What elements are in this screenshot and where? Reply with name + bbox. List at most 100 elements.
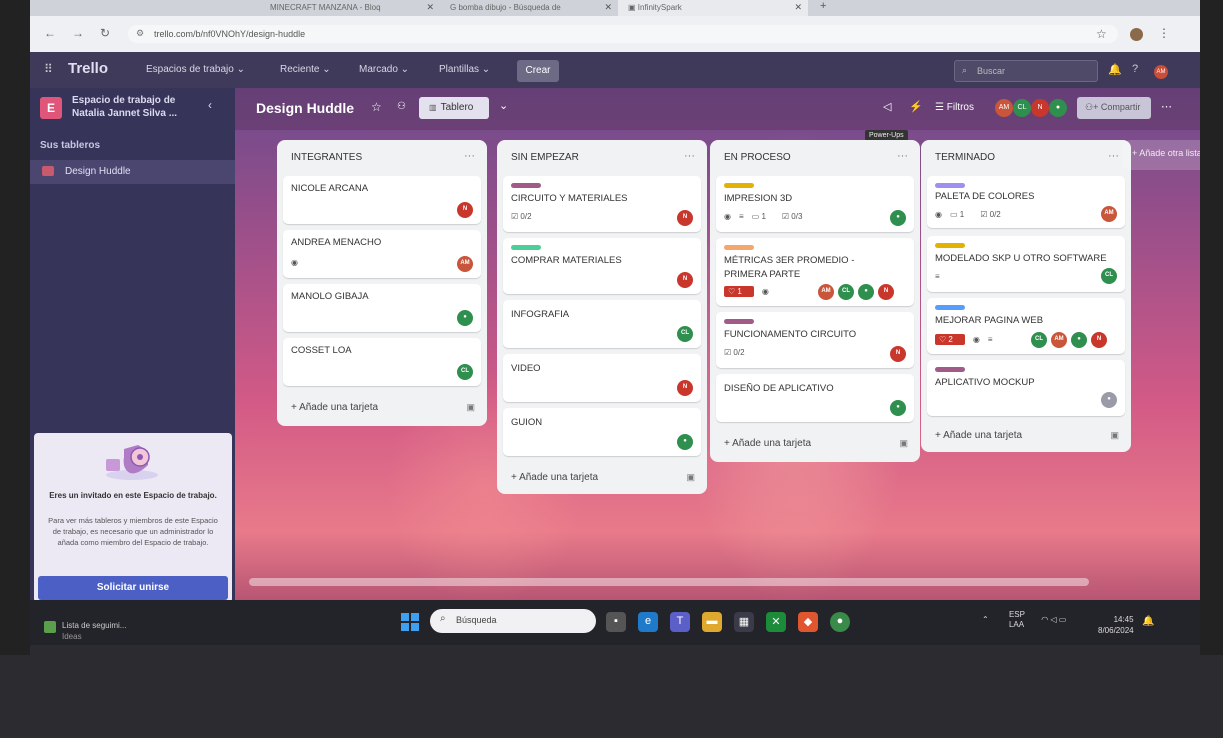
wifi-icon[interactable]: ◠ xyxy=(1041,615,1048,624)
person-icon[interactable]: ● xyxy=(457,310,473,326)
taskbar-search[interactable]: ⌕ Búsqueda xyxy=(430,609,596,633)
list-menu-icon[interactable]: ··· xyxy=(684,150,695,162)
edge-icon[interactable]: e xyxy=(638,612,658,632)
site-settings-icon[interactable]: ⚙ xyxy=(136,28,144,39)
avatar[interactable]: N xyxy=(1091,332,1107,348)
automation-icon[interactable]: ⚡ xyxy=(909,100,923,113)
task-view-icon[interactable]: ▪ xyxy=(606,612,626,632)
add-card-button[interactable]: + Añade una tarjeta xyxy=(511,472,598,483)
close-icon[interactable]: ✕ xyxy=(426,2,434,13)
card-label[interactable] xyxy=(724,245,754,250)
avatar[interactable]: AM xyxy=(818,284,834,300)
browser-tab[interactable]: G bomba dibujo - Búsqueda de ✕ xyxy=(440,0,618,16)
share-button[interactable]: ⚇+ Compartir xyxy=(1077,97,1151,119)
person-icon[interactable]: ● xyxy=(890,210,906,226)
card-label[interactable] xyxy=(724,319,754,324)
card[interactable]: FUNCIONAMENTO CIRCUITO ☑ 0/2 N xyxy=(716,312,914,368)
app-switcher-icon[interactable]: ⠿ xyxy=(44,62,53,76)
nav-templates[interactable]: Plantillas ⌄ xyxy=(439,64,490,75)
browser-menu-icon[interactable]: ⋮ xyxy=(1158,26,1170,40)
person-icon[interactable]: ● xyxy=(858,284,874,300)
avatar[interactable]: CL xyxy=(1101,268,1117,284)
avatar[interactable]: AM xyxy=(457,256,473,272)
power-ups-icon[interactable]: ◁ xyxy=(883,100,891,113)
card-label[interactable] xyxy=(511,183,541,188)
board-title[interactable]: Design Huddle xyxy=(256,100,354,116)
url-field[interactable]: ⚙ trello.com/b/nf0VNOhY/design-huddle xyxy=(128,25,1118,43)
card-template-icon[interactable]: ▣ xyxy=(686,472,695,483)
person-icon[interactable]: ● xyxy=(1049,99,1067,117)
card-label[interactable] xyxy=(935,367,965,372)
reload-icon[interactable]: ↻ xyxy=(100,26,110,40)
nav-recent[interactable]: Reciente ⌄ xyxy=(280,64,331,75)
trello-logo[interactable]: Trello xyxy=(68,60,108,77)
add-card-button[interactable]: + Añade una tarjeta xyxy=(291,402,378,413)
avatar[interactable]: N xyxy=(457,202,473,218)
person-icon[interactable]: ● xyxy=(1101,392,1117,408)
board-horizontal-scrollbar[interactable] xyxy=(249,578,1089,586)
news-widget[interactable]: Lista de seguimi... Ideas xyxy=(44,620,126,642)
card[interactable]: INFOGRAFIA CL xyxy=(503,300,701,348)
star-board-icon[interactable]: ☆ xyxy=(371,100,382,114)
avatar[interactable]: N xyxy=(677,210,693,226)
notifications-icon[interactable]: 🔔 xyxy=(1108,63,1122,76)
card[interactable]: VIDEO N xyxy=(503,354,701,402)
list-menu-icon[interactable]: ··· xyxy=(1108,150,1119,162)
avatar[interactable]: CL xyxy=(1031,332,1047,348)
avatar[interactable]: CL xyxy=(677,326,693,342)
card[interactable]: IMPRESION 3D ◉ ≡ ▭ 1 ☑ 0/3 ● xyxy=(716,176,914,232)
card-label[interactable] xyxy=(935,305,965,310)
back-icon[interactable]: ← xyxy=(44,26,56,40)
chrome-icon[interactable]: ● xyxy=(830,612,850,632)
filters-button[interactable]: ☰ Filtros xyxy=(935,102,974,113)
browser-tab-active[interactable]: ▣ InfinitySpark ✕ xyxy=(618,0,808,16)
card[interactable]: PALETA DE COLORES ◉ ▭ 1 ☑ 0/2 AM xyxy=(927,176,1125,228)
card[interactable]: MODELADO SKP U OTRO SOFTWARE ≡ CL xyxy=(927,236,1125,292)
nav-workspaces[interactable]: Espacios de trabajo ⌄ xyxy=(146,64,245,75)
chevron-down-icon[interactable]: ⌄ xyxy=(499,99,508,112)
forward-icon[interactable]: → xyxy=(72,26,84,40)
language-indicator[interactable]: ESP LAA xyxy=(1009,610,1025,630)
card[interactable]: GUION ● xyxy=(503,408,701,456)
profile-avatar[interactable] xyxy=(1130,28,1143,41)
votes-badge[interactable]: ♡ 2 xyxy=(935,334,965,345)
card-template-icon[interactable]: ▣ xyxy=(899,438,908,449)
battery-icon[interactable]: ▭ xyxy=(1059,615,1067,624)
person-icon[interactable]: ● xyxy=(1071,332,1087,348)
card-label[interactable] xyxy=(724,183,754,188)
volume-icon[interactable]: ◁ xyxy=(1050,615,1056,624)
card[interactable]: APLICATIVO MOCKUP ● xyxy=(927,360,1125,416)
card[interactable]: NICOLE ARCANA N xyxy=(283,176,481,224)
card[interactable]: COMPRAR MATERIALES N xyxy=(503,238,701,294)
nav-starred[interactable]: Marcado ⌄ xyxy=(359,64,409,75)
xbox-icon[interactable]: ✕ xyxy=(766,612,786,632)
notification-bell-icon[interactable]: 🔔 xyxy=(1142,616,1154,627)
visibility-icon[interactable]: ⚇ xyxy=(397,101,406,112)
avatar[interactable]: AM xyxy=(1051,332,1067,348)
close-icon[interactable]: ✕ xyxy=(604,2,612,13)
add-list-button[interactable]: + Añade otra lista xyxy=(1122,140,1200,170)
avatar[interactable]: AM xyxy=(1154,65,1168,79)
browser-tab[interactable]: MINECRAFT MANZANA - Bloq ✕ xyxy=(260,0,440,16)
add-card-button[interactable]: + Añade una tarjeta xyxy=(724,438,811,449)
request-join-button[interactable]: Solicitar unirse xyxy=(38,576,228,600)
votes-badge[interactable]: ♡ 1 xyxy=(724,286,754,297)
card[interactable]: MÉTRICAS 3ER PROMEDIO - PRIMERA PARTE ♡ … xyxy=(716,238,914,306)
bookmark-star-icon[interactable]: ☆ xyxy=(1096,27,1107,41)
avatar[interactable]: N xyxy=(1031,99,1049,117)
card-label[interactable] xyxy=(935,183,965,188)
card-label[interactable] xyxy=(511,245,541,250)
card[interactable]: MANOLO GIBAJA ● xyxy=(283,284,481,332)
create-button[interactable]: Crear xyxy=(517,60,559,82)
avatar[interactable]: CL xyxy=(457,364,473,380)
card-label[interactable] xyxy=(935,243,965,248)
list-menu-icon[interactable]: ··· xyxy=(464,150,475,162)
clock[interactable]: 14:45 8/06/2024 xyxy=(1098,614,1134,636)
card[interactable]: ANDREA MENACHO ◉ AM xyxy=(283,230,481,278)
app-icon[interactable]: ◆ xyxy=(798,612,818,632)
avatar[interactable]: AM xyxy=(1101,206,1117,222)
list-title[interactable]: TERMINADO xyxy=(935,152,995,163)
chevron-up-icon[interactable]: ⌃ xyxy=(982,615,989,624)
avatar[interactable]: AM xyxy=(995,99,1013,117)
avatar[interactable]: N xyxy=(878,284,894,300)
